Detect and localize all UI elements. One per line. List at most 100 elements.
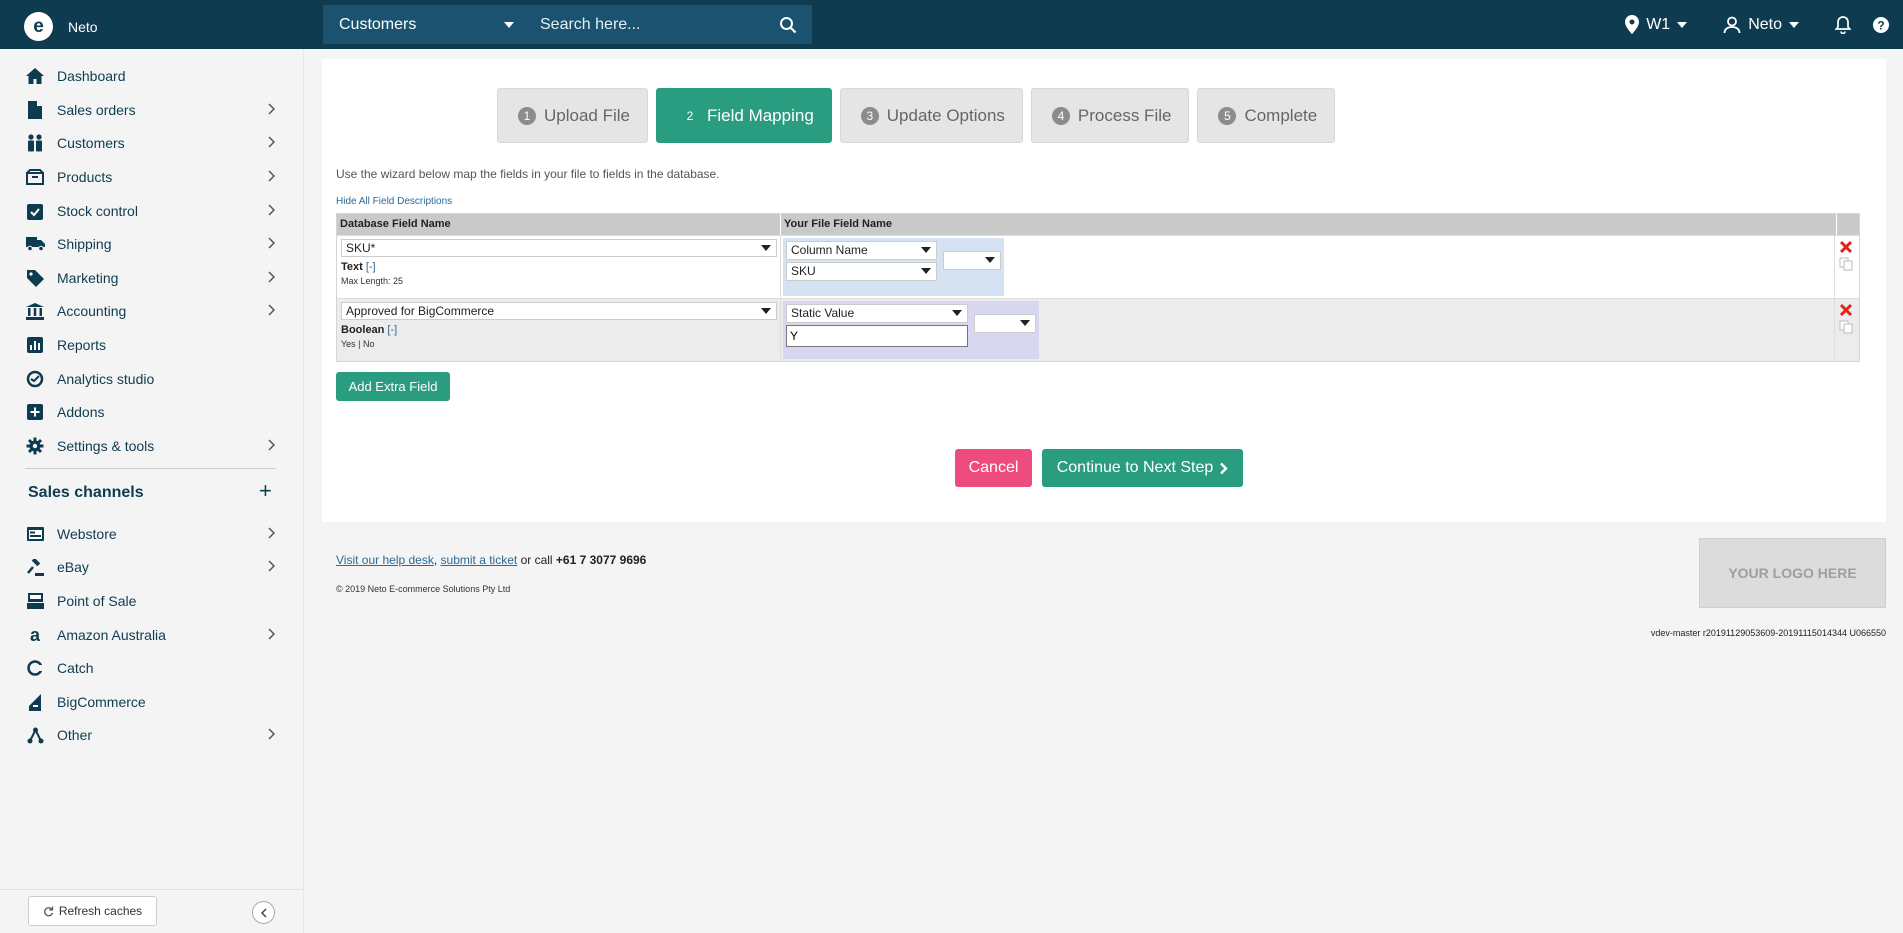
sidebar-item-point-of-sale[interactable]: Point of Sale — [25, 589, 275, 613]
sidebar-item-marketing[interactable]: Marketing — [25, 266, 275, 290]
copy-row-icon[interactable] — [1839, 257, 1853, 271]
call-text: or call — [517, 553, 556, 567]
amazon-icon: a — [29, 624, 40, 645]
step-upload-file[interactable]: 1 Upload File — [497, 88, 648, 143]
location-selector[interactable]: W1 — [1625, 15, 1688, 34]
field-type-line: Text [-] — [341, 261, 776, 273]
logo-placeholder: YOUR LOGO HERE — [1699, 538, 1886, 608]
wizard-steps: 1 Upload File 2 Field Mapping 3 Update O… — [497, 88, 1336, 143]
step-field-mapping[interactable]: 2 Field Mapping — [656, 88, 832, 143]
submit-ticket-link[interactable]: submit a ticket — [441, 553, 518, 567]
sidebar-item-bigcommerce[interactable]: BigCommerce — [25, 690, 275, 714]
file-icon — [25, 100, 45, 120]
chevron-right-icon — [268, 103, 275, 115]
sidebar-item-ebay[interactable]: eBay — [25, 555, 275, 579]
separator: , — [433, 553, 438, 567]
tag-icon — [25, 268, 45, 288]
user-menu[interactable]: Neto — [1723, 16, 1799, 34]
bar-chart-icon — [25, 335, 45, 355]
chevron-right-icon — [268, 560, 275, 572]
source-column-select[interactable]: SKU — [786, 262, 937, 281]
remove-row-icon[interactable] — [1839, 303, 1853, 317]
bell-icon[interactable] — [1835, 15, 1851, 34]
truck-icon — [25, 234, 45, 254]
step-number: 5 — [1218, 106, 1237, 125]
toggle-description-link[interactable]: [-] — [387, 324, 397, 336]
sidebar-item-products[interactable]: Products — [25, 165, 275, 189]
plus-square-icon — [25, 402, 45, 422]
table-row: SKU* Text[-] Max Length: 25 Column Name — [337, 235, 1859, 298]
chevron-right-icon — [268, 170, 275, 182]
copy-row-icon[interactable] — [1839, 320, 1853, 334]
database-field-select[interactable]: SKU* — [341, 239, 777, 257]
bank-icon — [25, 301, 45, 321]
dropdown-arrow-icon — [952, 310, 962, 316]
add-extra-field-button[interactable]: Add Extra Field — [336, 372, 450, 401]
column-header-database-field: Database Field Name — [337, 214, 781, 235]
brand-name: Neto — [68, 18, 98, 35]
collapse-sidebar-button[interactable] — [252, 901, 275, 924]
step-label: Upload File — [544, 105, 630, 125]
chevron-right-icon — [268, 204, 275, 216]
sidebar-item-label: Addons — [57, 404, 105, 420]
step-number: 4 — [1051, 106, 1070, 125]
transform-select[interactable] — [943, 251, 1001, 270]
add-channel-icon[interactable]: + — [259, 478, 272, 504]
sidebar-item-settings-tools[interactable]: Settings & tools — [25, 434, 275, 458]
step-update-options[interactable]: 3 Update Options — [839, 88, 1023, 143]
import-wizard-card: 1 Upload File 2 Field Mapping 3 Update O… — [322, 59, 1886, 522]
toggle-description-link[interactable]: [-] — [366, 261, 376, 273]
sidebar-item-label: BigCommerce — [57, 694, 146, 710]
wizard-intro-text: Use the wizard below map the fields in y… — [336, 167, 720, 181]
database-field-select[interactable]: Approved for BigCommerce — [341, 302, 777, 320]
remove-row-icon[interactable] — [1839, 240, 1853, 254]
field-type-line: Boolean [-] — [341, 324, 776, 336]
sidebar-item-label: Analytics studio — [57, 371, 155, 387]
chevron-right-icon — [268, 271, 275, 283]
refresh-caches-button[interactable]: Refresh caches — [28, 896, 157, 926]
home-icon — [25, 66, 45, 86]
sidebar-item-accounting[interactable]: Accounting — [25, 299, 275, 323]
sidebar-item-label: Catch — [57, 660, 94, 676]
people-icon — [25, 133, 45, 153]
sidebar-item-amazon-australia[interactable]: a Amazon Australia — [25, 623, 275, 647]
search-scope-select[interactable]: Customers — [323, 5, 528, 44]
help-desk-link[interactable]: Visit our help desk — [336, 553, 434, 567]
sidebar-item-customers[interactable]: Customers — [25, 131, 275, 155]
sidebar: Dashboard Sales orders Customers Product… — [0, 49, 304, 933]
sidebar-item-stock-control[interactable]: Stock control — [25, 199, 275, 223]
source-type-select[interactable]: Column Name — [786, 241, 937, 260]
hide-field-descriptions-link[interactable]: Hide All Field Descriptions — [336, 196, 452, 207]
static-value-input[interactable] — [786, 325, 968, 347]
dropdown-arrow-icon — [761, 308, 771, 314]
sidebar-item-webstore[interactable]: Webstore — [25, 522, 275, 546]
sidebar-item-reports[interactable]: Reports — [25, 333, 275, 357]
sidebar-item-catch[interactable]: Catch — [25, 656, 275, 680]
help-icon[interactable]: ? — [1873, 16, 1889, 33]
continue-next-step-button[interactable]: Continue to Next Step — [1042, 449, 1243, 487]
sidebar-item-analytics-studio[interactable]: Analytics studio — [25, 367, 275, 391]
transform-select[interactable] — [974, 314, 1036, 333]
cancel-button[interactable]: Cancel — [955, 449, 1032, 487]
search-input[interactable] — [528, 5, 764, 44]
sidebar-item-sales-orders[interactable]: Sales orders — [25, 98, 275, 122]
sidebar-item-label: Settings & tools — [57, 438, 155, 454]
sidebar-item-label: Products — [57, 169, 113, 185]
dropdown-arrow-icon — [921, 247, 931, 253]
step-complete[interactable]: 5 Complete — [1197, 88, 1336, 143]
sidebar-item-addons[interactable]: Addons — [25, 400, 275, 424]
chevron-right-icon — [268, 728, 275, 740]
step-process-file[interactable]: 4 Process File — [1030, 88, 1190, 143]
sidebar-item-dashboard[interactable]: Dashboard — [25, 64, 275, 88]
sidebar-item-other[interactable]: Other — [25, 723, 275, 747]
source-type-select[interactable]: Static Value — [786, 304, 968, 323]
search-icon[interactable] — [764, 5, 812, 44]
table-row: Approved for BigCommerce Boolean [-] Yes … — [337, 298, 1859, 361]
footer-help: Visit our help desk, submit a ticket or … — [336, 553, 646, 567]
sidebar-item-shipping[interactable]: Shipping — [25, 232, 275, 256]
sidebar-item-label: Amazon Australia — [57, 627, 166, 643]
chevron-down-icon — [1677, 21, 1688, 28]
database-field-value: Approved for BigCommerce — [346, 304, 495, 318]
brand[interactable]: e Neto — [24, 12, 98, 41]
step-label: Field Mapping — [707, 105, 814, 125]
